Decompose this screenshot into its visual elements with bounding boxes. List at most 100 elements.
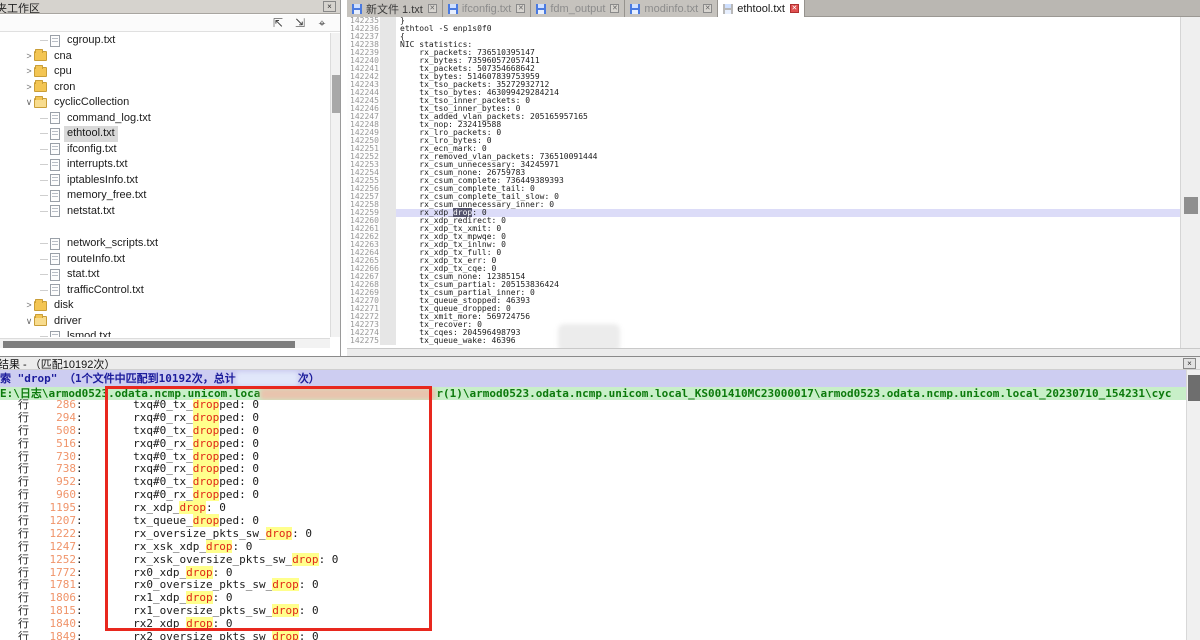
tab--1-txt[interactable]: 新文件 1.txt ✕ bbox=[347, 0, 443, 17]
tree-item-stat-txt[interactable]: stat.txt bbox=[0, 267, 330, 283]
gutter-margin bbox=[380, 153, 396, 161]
workspace-panel: 夹工作区 × ⇱⇲⌖ cgroup.txt>cna>cpu>cron∨cycli… bbox=[0, 0, 341, 356]
tab-close-icon[interactable]: ✕ bbox=[428, 4, 437, 13]
tree-vertical-scrollbar[interactable] bbox=[330, 33, 340, 337]
expand-all-icon[interactable]: ⇱ bbox=[270, 16, 286, 30]
search-result-row[interactable]: 行1849: rx2_oversize_pkts_sw_drop: 0 bbox=[0, 631, 1200, 640]
tree-item-ifconfig-txt[interactable]: ifconfig.txt bbox=[0, 142, 330, 158]
chevron-right-icon[interactable]: > bbox=[24, 49, 34, 65]
tree-item-cgroup-txt[interactable]: cgroup.txt bbox=[0, 33, 330, 49]
tab-ethtool-txt[interactable]: ethtool.txt ✕ bbox=[718, 0, 805, 17]
line-text: rx_xdp_tx_full: 0 bbox=[396, 249, 1180, 257]
tab-label: ethtool.txt bbox=[737, 3, 785, 15]
gutter-margin bbox=[380, 161, 396, 169]
tree-horizontal-scrollbar[interactable] bbox=[0, 338, 330, 348]
row-line-label: 行 bbox=[18, 592, 32, 605]
row-line-label: 行 bbox=[18, 515, 32, 528]
tree-item-routeInfo-txt[interactable]: routeInfo.txt bbox=[0, 252, 330, 268]
row-colon: : bbox=[76, 631, 83, 640]
tree-connector bbox=[40, 164, 48, 165]
gutter-margin bbox=[380, 217, 396, 225]
search-result-row[interactable]: 行516: rxq#0_rx_dropped: 0 bbox=[0, 438, 1200, 451]
tree-item-memory-free-txt[interactable]: memory_free.txt bbox=[0, 188, 330, 204]
tab-label: 新文件 1.txt bbox=[366, 1, 423, 17]
row-line-label: 行 bbox=[18, 579, 32, 592]
file-icon bbox=[50, 159, 60, 171]
editor-line: 142236ethtool -S enp1s0f0 bbox=[347, 25, 1180, 33]
tree-item-network-scripts-txt[interactable]: network_scripts.txt bbox=[0, 236, 330, 252]
chevron-right-icon[interactable]: > bbox=[24, 298, 34, 314]
row-line-label: 行 bbox=[18, 463, 32, 476]
gutter-margin bbox=[380, 297, 396, 305]
chevron-right-icon[interactable]: > bbox=[24, 64, 34, 80]
tree-item-cna[interactable]: >cna bbox=[0, 49, 330, 65]
workspace-close-icon[interactable]: × bbox=[323, 1, 336, 12]
tree-connector bbox=[40, 180, 48, 181]
tree-vertical-scrollbar-thumb[interactable] bbox=[332, 75, 340, 113]
tree-item-ethtool-txt[interactable]: ethtool.txt bbox=[0, 126, 330, 142]
row-line-label: 行 bbox=[18, 489, 32, 502]
floppy-disk-icon bbox=[448, 4, 458, 14]
tree-item-cyclicCollection[interactable]: ∨cyclicCollection bbox=[0, 95, 330, 111]
tab-close-icon[interactable]: ✕ bbox=[703, 4, 712, 13]
match-highlight: drop bbox=[193, 462, 220, 475]
tab-ifconfig-txt[interactable]: ifconfig.txt✕ bbox=[443, 0, 532, 17]
row-line-label: 行 bbox=[18, 554, 32, 567]
results-vertical-scrollbar[interactable] bbox=[1186, 370, 1200, 640]
row-line-number: 1252 bbox=[32, 554, 76, 567]
gutter-margin bbox=[380, 49, 396, 57]
editor-vertical-scrollbar[interactable] bbox=[1180, 17, 1200, 348]
gutter-margin bbox=[380, 73, 396, 81]
gutter-margin bbox=[380, 81, 396, 89]
search-summary-row[interactable]: 索 "drop" （1个文件中匹配到10192次，总计次） bbox=[0, 370, 1200, 387]
file-icon bbox=[50, 35, 60, 47]
tree-item-command-log-txt[interactable]: command_log.txt bbox=[0, 111, 330, 127]
folder-icon bbox=[34, 51, 47, 61]
line-text: rx_xdp_drop: 0 bbox=[396, 209, 1180, 217]
search-result-row[interactable]: 行1207: tx_queue_dropped: 0 bbox=[0, 515, 1200, 528]
tree-item-lsmod-txt[interactable]: lsmod.txt bbox=[0, 329, 330, 337]
tab-fdm-output[interactable]: fdm_output✕ bbox=[531, 0, 625, 17]
tree-item-cron[interactable]: >cron bbox=[0, 80, 330, 96]
results-close-icon[interactable]: × bbox=[1183, 358, 1196, 369]
code-area[interactable]: 142235}142236ethtool -S enp1s0f0142237{1… bbox=[347, 17, 1180, 348]
line-text: tx_queue_wake: 46396 bbox=[396, 337, 1180, 345]
search-result-row[interactable]: 行1222: rx_oversize_pkts_sw_drop: 0 bbox=[0, 528, 1200, 541]
tree-item-driver[interactable]: ∨driver bbox=[0, 314, 330, 330]
floppy-disk-icon bbox=[723, 4, 733, 14]
tree-item-cpu[interactable]: >cpu bbox=[0, 64, 330, 80]
tab-close-icon[interactable]: ✕ bbox=[790, 4, 799, 13]
tree-connector bbox=[40, 149, 48, 150]
tree-item-label: ethtool.txt bbox=[64, 126, 118, 142]
search-result-row[interactable]: 行1252: rx_xsk_oversize_pkts_sw_drop: 0 bbox=[0, 554, 1200, 567]
search-result-row[interactable]: 行508: txq#0_tx_dropped: 0 bbox=[0, 425, 1200, 438]
chevron-down-icon[interactable]: ∨ bbox=[24, 314, 34, 330]
line-text: } bbox=[396, 17, 1180, 25]
results-vertical-scrollbar-thumb[interactable] bbox=[1188, 375, 1200, 401]
tree-item-iptablesInfo-txt[interactable]: iptablesInfo.txt bbox=[0, 173, 330, 189]
app-window: 夹工作区 × ⇱⇲⌖ cgroup.txt>cna>cpu>cron∨cycli… bbox=[0, 0, 1200, 640]
tab-modinfo-txt[interactable]: modinfo.txt✕ bbox=[625, 0, 718, 17]
tree-item-interrupts-txt[interactable]: interrupts.txt bbox=[0, 157, 330, 173]
gutter-margin bbox=[380, 89, 396, 97]
match-highlight: drop bbox=[272, 604, 299, 617]
chevron-down-icon[interactable]: ∨ bbox=[24, 95, 34, 111]
collapse-all-icon[interactable]: ⇲ bbox=[292, 16, 308, 30]
row-colon: : bbox=[76, 515, 83, 528]
search-result-row[interactable]: 行294: rxq#0_rx_dropped: 0 bbox=[0, 412, 1200, 425]
tab-close-icon[interactable]: ✕ bbox=[610, 4, 619, 13]
tab-close-icon[interactable]: ✕ bbox=[516, 4, 525, 13]
tree-horizontal-scrollbar-thumb[interactable] bbox=[3, 341, 295, 348]
tree-item-netstat-txt[interactable]: netstat.txt bbox=[0, 204, 330, 220]
gutter-margin bbox=[380, 33, 396, 41]
search-result-row[interactable]: 行286: txq#0_tx_dropped: 0 bbox=[0, 399, 1200, 412]
editor-horizontal-scrollbar[interactable] bbox=[347, 348, 1200, 356]
locate-file-icon[interactable]: ⌖ bbox=[314, 16, 330, 30]
editor-vertical-scrollbar-thumb[interactable] bbox=[1184, 197, 1198, 214]
search-result-row[interactable]: 行1247: rx_xsk_xdp_drop: 0 bbox=[0, 541, 1200, 554]
row-text: txq#0_tx_dropped: 0 bbox=[107, 425, 259, 438]
chevron-right-icon[interactable]: > bbox=[24, 80, 34, 96]
tree-item-disk[interactable]: >disk bbox=[0, 298, 330, 314]
tree-item-trafficControl-txt[interactable]: trafficControl.txt bbox=[0, 283, 330, 299]
row-line-label: 行 bbox=[18, 618, 32, 631]
